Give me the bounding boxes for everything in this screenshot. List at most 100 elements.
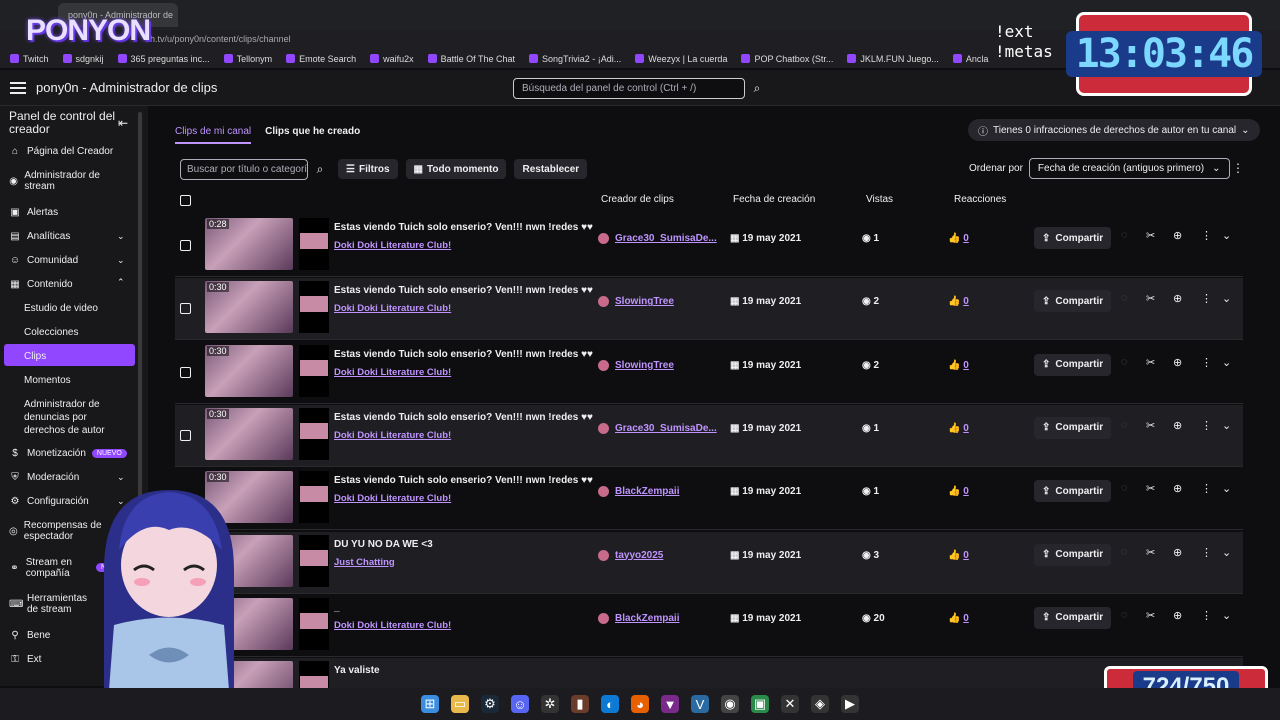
add-icon[interactable]: ⊕ xyxy=(1173,356,1182,369)
openai-icon[interactable]: ✲ xyxy=(541,695,559,713)
table-row[interactable]: 0:30 Estas viendo Tuich solo enserio? Ven… xyxy=(175,468,1243,531)
reset-button[interactable]: Restablecer xyxy=(514,159,588,179)
bookmark-item[interactable]: Ancla xyxy=(952,54,988,64)
more-options-icon[interactable]: ⋮ xyxy=(1232,161,1244,175)
clip-title[interactable]: Ya valiste xyxy=(334,665,380,676)
row-checkbox[interactable] xyxy=(180,429,191,441)
chevron-up-icon[interactable]: ⌃ xyxy=(117,277,125,288)
column-creator[interactable]: Creador de clips xyxy=(601,194,674,205)
dashboard-search-input[interactable]: Búsqueda del panel de control (Ctrl + /) xyxy=(513,78,745,99)
clip-creator-link[interactable]: BlackZempaii xyxy=(598,486,679,498)
bookmark-item[interactable]: JKLM.FUN Juego... xyxy=(847,54,939,64)
clip-title[interactable]: Estas viendo Tuich solo enserio? Ven!!! … xyxy=(334,475,593,486)
clip-creator-link[interactable]: SlowingTree xyxy=(598,359,674,371)
clip-reactions[interactable]: 👍 0 xyxy=(948,360,969,371)
clip-reactions[interactable]: 👍 0 xyxy=(948,613,969,624)
share-button[interactable]: ⇪ Compartir xyxy=(1034,543,1112,566)
clip-title[interactable]: Estas viendo Tuich solo enserio? Ven!!! … xyxy=(334,285,593,296)
bookmark-item[interactable]: sdgnkij xyxy=(62,54,104,64)
clip-thumbnail[interactable]: 0:28 xyxy=(205,218,293,270)
sidebar-item-alerts[interactable]: ▣ Alertas xyxy=(9,207,58,218)
sidebar-sub-clips[interactable]: Clips xyxy=(24,351,46,362)
app-icon[interactable]: ▮ xyxy=(571,695,589,713)
sidebar-item-extensions[interactable]: ⚿ Ext xyxy=(9,654,41,665)
sidebar-sub-video-studio[interactable]: Estudio de video xyxy=(24,303,98,314)
more-options-icon[interactable]: ⋮ xyxy=(1201,229,1212,242)
clip-search-input[interactable]: Buscar por título o categoría xyxy=(180,158,308,180)
sidebar-item-analytics[interactable]: ▤ Analíticas xyxy=(9,231,70,242)
clip-reactions[interactable]: 👍 0 xyxy=(948,486,969,497)
clip-title[interactable]: Estas viendo Tuich solo enserio? Ven!!! … xyxy=(334,222,593,233)
scissors-icon[interactable]: ✂ xyxy=(1146,482,1155,495)
clip-reactions[interactable]: 👍 0 xyxy=(948,233,969,244)
more-options-icon[interactable]: ⋮ xyxy=(1201,546,1212,559)
sidebar-item-benefits[interactable]: ⚲ Bene xyxy=(9,630,50,641)
bookmark-item[interactable]: POP Chatbox (Str... xyxy=(741,54,833,64)
sidebar-sub-copyright[interactable]: Administrador de denuncias por derechos … xyxy=(24,398,124,437)
sidebar-item-stream-manager[interactable]: ◉ Administrador de stream xyxy=(9,170,109,192)
sort-select[interactable]: Fecha de creación (antiguos primero) ⌄ xyxy=(1028,158,1230,179)
discord-icon[interactable]: ☺ xyxy=(511,695,529,713)
row-checkbox[interactable] xyxy=(180,303,191,315)
column-reactions[interactable]: Reacciones xyxy=(954,194,1006,205)
add-icon[interactable]: ⊕ xyxy=(1173,419,1182,432)
add-icon[interactable]: ⊕ xyxy=(1173,609,1182,622)
pin-icon[interactable]: ◈ xyxy=(811,695,829,713)
clip-creator-link[interactable]: tayyo2025 xyxy=(598,549,663,561)
more-options-icon[interactable]: ⋮ xyxy=(1201,292,1212,305)
bookmark-item[interactable]: Emote Search xyxy=(286,54,356,64)
tool-icon[interactable]: ✕ xyxy=(781,695,799,713)
tab-clips-i-made[interactable]: Clips que he creado xyxy=(265,126,360,144)
bookmark-item[interactable]: waifu2x xyxy=(370,54,414,64)
clip-category-link[interactable]: Doki Doki Literature Club! xyxy=(334,430,451,441)
time-range-button[interactable]: ▦ Todo momento xyxy=(405,159,507,179)
bookmark-item[interactable]: 365 preguntas inc... xyxy=(117,54,210,64)
copyright-notice[interactable]: ⓘ Tienes 0 infracciones de derechos de a… xyxy=(968,119,1260,141)
share-button[interactable]: ⇪ Compartir xyxy=(1034,290,1112,313)
clip-creator-link[interactable]: Grace30_SumisaDe... xyxy=(598,233,717,244)
filters-button[interactable]: ☰ Filtros xyxy=(338,159,398,179)
chevron-down-icon[interactable]: ⌄ xyxy=(1222,356,1231,369)
clip-creator-link[interactable]: BlackZempaii xyxy=(598,612,679,624)
sidebar-item-creator-page[interactable]: ⌂ Página del Creador xyxy=(9,146,113,157)
clip-creator-link[interactable]: SlowingTree xyxy=(598,296,674,308)
bookmark-item[interactable]: Battle Of The Chat xyxy=(427,54,515,64)
clip-thumbnail[interactable]: 0:30 xyxy=(205,344,293,397)
column-views[interactable]: Vistas xyxy=(866,194,893,205)
clip-category-link[interactable]: Doki Doki Literature Club! xyxy=(334,493,451,504)
menu-icon[interactable] xyxy=(10,81,26,94)
sidebar-sub-moments[interactable]: Momentos xyxy=(24,375,71,386)
more-options-icon[interactable]: ⋮ xyxy=(1201,356,1212,369)
share-button[interactable]: ⇪ Compartir xyxy=(1034,416,1112,439)
more-options-icon[interactable]: ⋮ xyxy=(1201,609,1212,622)
bookmark-item[interactable]: Twitch xyxy=(10,54,49,64)
clip-thumbnail[interactable]: 0:30 xyxy=(205,281,293,334)
scissors-icon[interactable]: ✂ xyxy=(1146,419,1155,432)
chevron-down-icon[interactable]: ⌄ xyxy=(1222,482,1231,495)
share-button[interactable]: ⇪ Compartir xyxy=(1034,227,1112,249)
table-row[interactable]: _ Doki Doki Literature Club! BlackZempaii ▦… xyxy=(175,595,1243,657)
sidebar-item-content[interactable]: ▦ Contenido xyxy=(9,279,72,290)
scissors-icon[interactable]: ✂ xyxy=(1146,546,1155,559)
share-button[interactable]: ⇪ Compartir xyxy=(1034,606,1112,629)
clip-title[interactable]: _ xyxy=(334,602,340,613)
vtube-icon[interactable]: ▼ xyxy=(661,695,679,713)
table-row[interactable]: 0:30 Estas viendo Tuich solo enserio? Ven… xyxy=(175,404,1243,467)
clip-category-link[interactable]: Doki Doki Literature Club! xyxy=(334,240,451,251)
obs-icon[interactable]: ◉ xyxy=(721,695,739,713)
row-checkbox[interactable] xyxy=(180,366,191,378)
chevron-down-icon[interactable]: ⌄ xyxy=(1222,546,1231,559)
clip-category-link[interactable]: Doki Doki Literature Club! xyxy=(334,303,451,314)
chevron-down-icon[interactable]: ⌄ xyxy=(117,231,125,242)
tab-my-channel-clips[interactable]: Clips de mi canal xyxy=(175,126,252,144)
add-icon[interactable]: ⊕ xyxy=(1173,229,1182,242)
clip-category-link[interactable]: Doki Doki Literature Club! xyxy=(334,620,451,631)
scissors-icon[interactable]: ✂ xyxy=(1146,609,1155,622)
add-icon[interactable]: ⊕ xyxy=(1173,546,1182,559)
table-row[interactable]: 0:28 Estas viendo Tuich solo enserio? Ven… xyxy=(175,215,1243,277)
search-icon[interactable]: ⌕ xyxy=(747,78,767,99)
search-icon[interactable]: ⌕ xyxy=(310,162,330,177)
share-button[interactable]: ⇪ Compartir xyxy=(1034,353,1112,376)
scissors-icon[interactable]: ✂ xyxy=(1146,356,1155,369)
scissors-icon[interactable]: ✂ xyxy=(1146,292,1155,305)
